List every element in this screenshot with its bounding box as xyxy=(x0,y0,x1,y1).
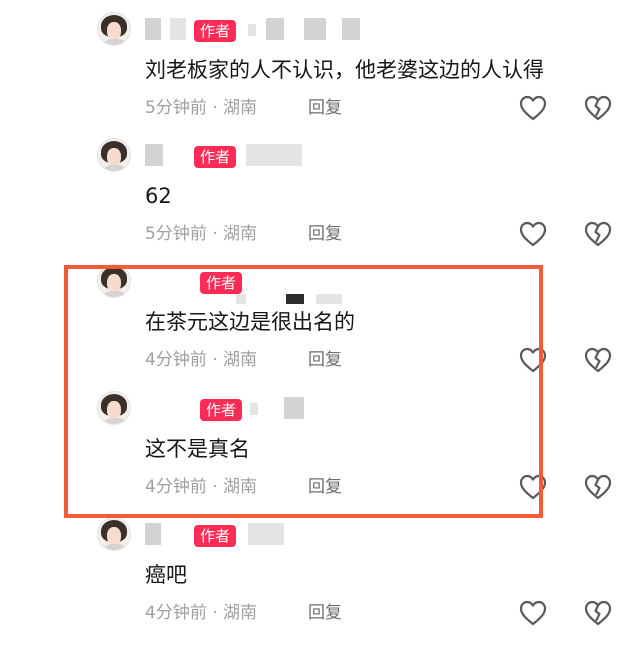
username-redacted xyxy=(246,144,302,166)
avatar[interactable] xyxy=(97,138,131,172)
username-redacted xyxy=(250,403,258,415)
comment-text: 刘老板家的人不认识，他老婆这边的人认得 xyxy=(145,58,544,82)
author-badge: 作者 xyxy=(194,20,237,42)
author-badge: 作者 xyxy=(200,399,243,421)
comment-text: 62 xyxy=(145,184,172,208)
avatar[interactable] xyxy=(97,391,131,425)
comment-item: 作者 在茶元这边是很出名的 4分钟前 · 湖南 回复 xyxy=(0,252,640,378)
comment-item: 作者 癌吧 4分钟前 · 湖南 回复 xyxy=(0,505,640,631)
comment-item: 作者 62 5分钟前 · 湖南 回复 xyxy=(0,126,640,252)
username-redacted xyxy=(236,294,246,304)
username-redacted xyxy=(342,18,360,40)
username-redacted[interactable] xyxy=(145,144,163,166)
comment-item: 作者 这不是真名 4分钟前 · 湖南 回复 xyxy=(0,379,640,505)
username-redacted[interactable] xyxy=(145,18,161,40)
comment-text: 这不是真名 xyxy=(145,437,250,461)
author-badge: 作者 xyxy=(194,146,237,168)
username-redacted[interactable] xyxy=(170,18,186,40)
comment-meta: 4分钟前 · 湖南 xyxy=(145,603,258,623)
comment-text: 癌吧 xyxy=(145,563,187,587)
comment-meta: 5分钟前 · 湖南 xyxy=(145,98,258,118)
author-badge: 作者 xyxy=(200,272,243,294)
username-redacted xyxy=(284,397,304,419)
comment-meta: 5分钟前 · 湖南 xyxy=(145,224,258,244)
reply-button[interactable]: 回复 xyxy=(308,601,342,625)
username-redacted[interactable] xyxy=(145,523,161,545)
reply-button[interactable]: 回复 xyxy=(308,96,342,120)
avatar[interactable] xyxy=(97,264,131,298)
avatar[interactable] xyxy=(97,12,131,46)
heart-outline-icon[interactable] xyxy=(518,94,548,122)
reply-button[interactable]: 回复 xyxy=(308,222,342,246)
broken-heart-icon[interactable] xyxy=(583,220,613,248)
username-redacted xyxy=(286,294,304,304)
username-redacted xyxy=(316,294,342,304)
comment-item: 作者 刘老板家的人不认识，他老婆这边的人认得 5分钟前 · 湖南 回复 xyxy=(0,0,640,126)
avatar[interactable] xyxy=(97,517,131,551)
broken-heart-icon[interactable] xyxy=(583,346,613,374)
heart-outline-icon[interactable] xyxy=(518,599,548,627)
author-badge: 作者 xyxy=(194,525,237,547)
heart-outline-icon[interactable] xyxy=(518,346,548,374)
comment-text: 在茶元这边是很出名的 xyxy=(145,310,355,334)
broken-heart-icon[interactable] xyxy=(583,599,613,627)
reply-button[interactable]: 回复 xyxy=(308,475,342,499)
username-redacted xyxy=(266,18,284,40)
broken-heart-icon[interactable] xyxy=(583,94,613,122)
comment-meta: 4分钟前 · 湖南 xyxy=(145,477,258,497)
comment-meta: 4分钟前 · 湖南 xyxy=(145,350,258,370)
reply-button[interactable]: 回复 xyxy=(308,348,342,372)
username-redacted xyxy=(248,523,284,545)
username-redacted xyxy=(304,18,326,40)
heart-outline-icon[interactable] xyxy=(518,220,548,248)
broken-heart-icon[interactable] xyxy=(583,473,613,501)
username-redacted xyxy=(248,24,256,36)
heart-outline-icon[interactable] xyxy=(518,473,548,501)
